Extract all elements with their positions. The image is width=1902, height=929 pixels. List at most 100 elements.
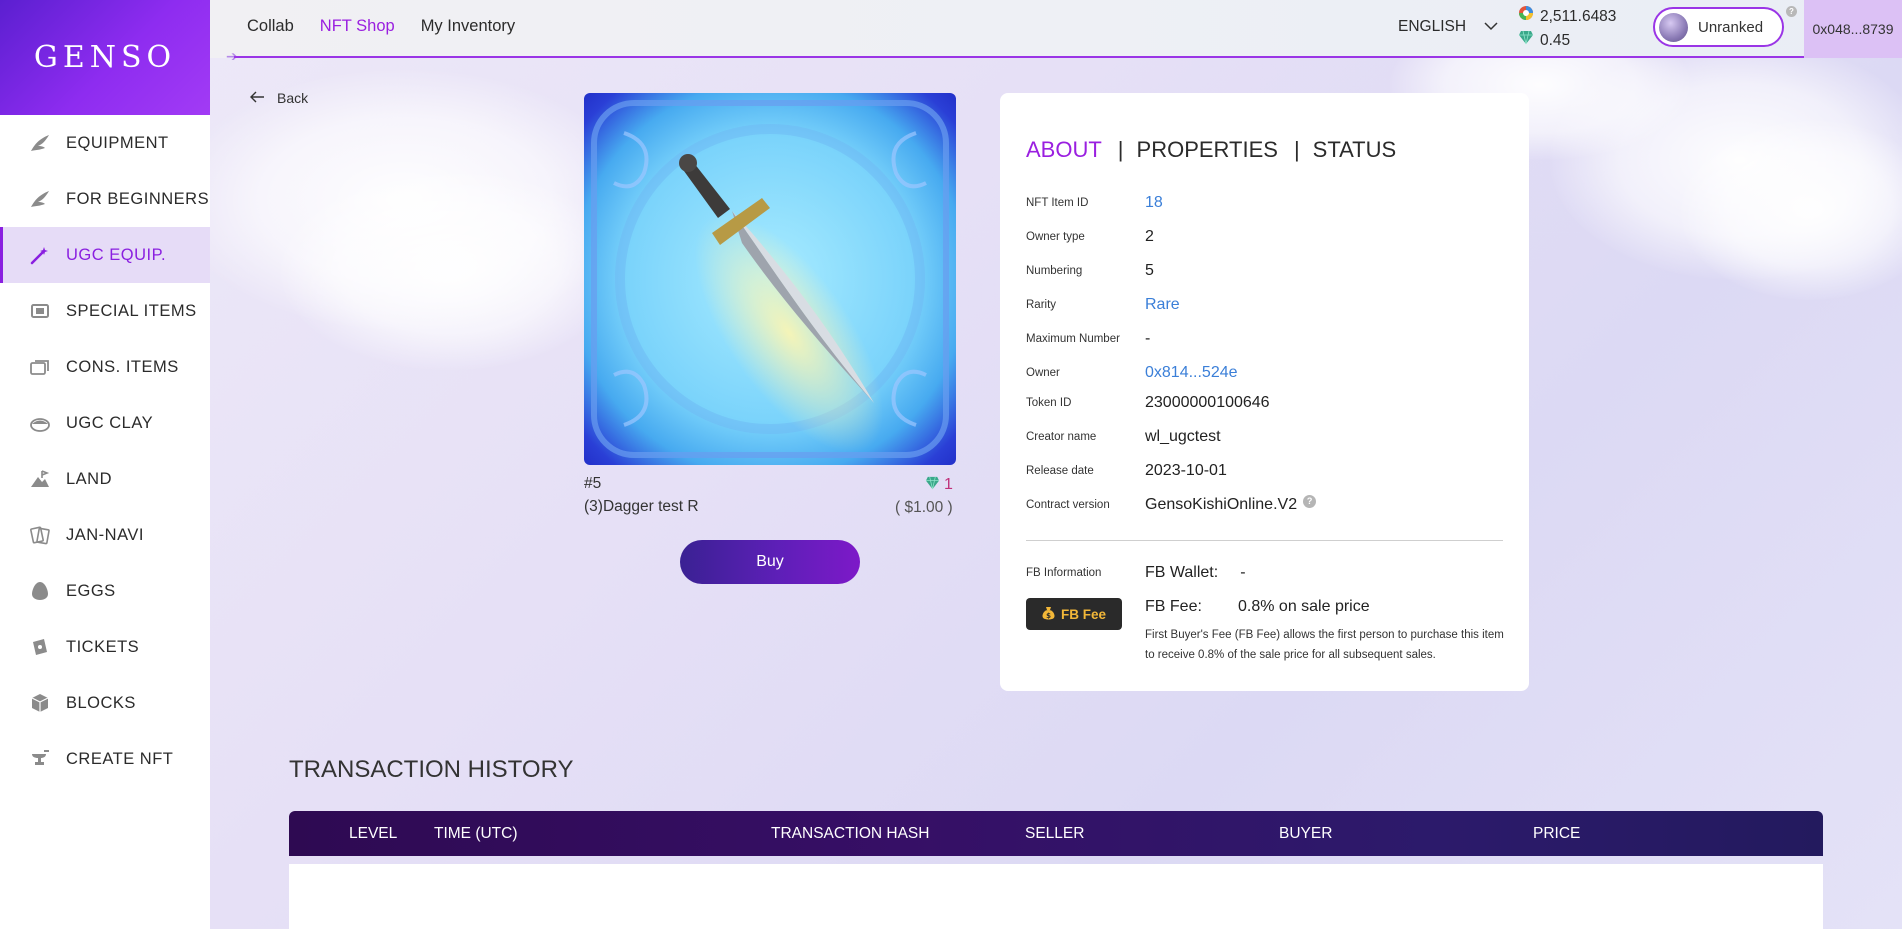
fb-fee-value: 0.8% on sale price — [1238, 598, 1370, 615]
sidebar-item-label: TICKETS — [66, 637, 140, 656]
jannavi-icon — [28, 523, 52, 547]
item-number: #5 — [584, 475, 602, 492]
sidebar-item-land[interactable]: LAND — [0, 451, 210, 507]
prop-label: Owner — [1026, 367, 1060, 379]
logo[interactable]: GENSO — [0, 0, 210, 115]
column-price[interactable]: PRICE — [1533, 825, 1580, 843]
wing-icon — [28, 131, 52, 155]
item-image — [584, 93, 956, 465]
sidebar-item-label: JAN-NAVI — [66, 525, 144, 544]
svg-text:$: $ — [1046, 612, 1051, 620]
sidebar-item-create-nft[interactable]: CREATE NFT — [0, 731, 210, 787]
sidebar-item-label: UGC CLAY — [66, 413, 154, 432]
fb-info-label: FB Information — [1026, 567, 1102, 579]
item-name: (3)Dagger test R — [584, 498, 699, 515]
wallet-button[interactable]: 0x048...8739 — [1804, 0, 1902, 58]
arrow-left-icon — [250, 90, 265, 106]
tab-separator: | — [1117, 137, 1124, 162]
buy-button[interactable]: Buy — [680, 540, 860, 584]
prop-row-maximum-number: Maximum Number - — [1026, 330, 1150, 348]
prop-row-owner-type: Owner type 2 — [1026, 228, 1154, 246]
chevron-down-icon — [1484, 18, 1498, 36]
sidebar-item-label: SPECIAL ITEMS — [66, 301, 197, 320]
prop-label: Numbering — [1026, 265, 1083, 277]
coin-icon — [1518, 5, 1534, 29]
prop-row-numbering: Numbering 5 — [1026, 262, 1154, 280]
fb-fee-button-label: FB Fee — [1060, 606, 1106, 622]
balance-gem: 0.45 — [1540, 32, 1571, 49]
prop-row-nft-item-id: NFT Item ID 18 — [1026, 194, 1163, 212]
column-time[interactable]: TIME (UTC) — [434, 825, 518, 843]
egg-icon — [28, 579, 52, 603]
sidebar-item-for-beginners[interactable]: FOR BEGINNERS — [0, 171, 210, 227]
top-bar: Collab NFT Shop My Inventory ➔ ENGLISH 2… — [210, 0, 1902, 64]
top-nav-collab[interactable]: Collab — [247, 17, 294, 36]
prop-value[interactable]: 18 — [1145, 194, 1163, 212]
prop-row-owner: Owner 0x814...524e — [1026, 364, 1238, 382]
avatar — [1659, 12, 1688, 42]
block-icon — [28, 691, 52, 715]
prop-row-release-date: Release date 2023-10-01 — [1026, 462, 1227, 480]
prop-label: Contract version — [1026, 499, 1110, 511]
sidebar-item-equipment[interactable]: EQUIPMENT — [0, 115, 210, 171]
prop-label: Owner type — [1026, 231, 1085, 243]
anvil-icon — [28, 747, 52, 771]
prop-label: Release date — [1026, 465, 1094, 477]
land-icon — [28, 467, 52, 491]
back-button[interactable]: Back — [250, 90, 308, 106]
prop-value[interactable]: 0x814...524e — [1145, 364, 1238, 382]
sidebar-item-ugc-equip[interactable]: UGC EQUIP. — [0, 227, 210, 283]
column-transaction-hash[interactable]: TRANSACTION HASH — [771, 825, 929, 843]
divider — [1026, 540, 1503, 541]
sidebar: GENSO EQUIPMENT FOR BEGINNERS UGC EQUIP.… — [0, 0, 210, 929]
top-divider — [234, 56, 1902, 58]
help-icon[interactable]: ? — [1786, 6, 1797, 17]
prop-value: GensoKishiOnline.V2 — [1145, 496, 1298, 513]
wing-icon — [28, 187, 52, 211]
sidebar-item-label: EQUIPMENT — [66, 133, 169, 152]
column-seller[interactable]: SELLER — [1025, 825, 1084, 843]
sidebar-item-label: LAND — [66, 469, 113, 488]
clay-icon — [28, 411, 52, 435]
column-buyer[interactable]: BUYER — [1279, 825, 1332, 843]
prop-value: - — [1145, 330, 1151, 347]
help-icon[interactable]: ? — [1303, 494, 1317, 508]
top-nav-nft-shop[interactable]: NFT Shop — [320, 17, 395, 36]
tab-separator: | — [1293, 137, 1300, 162]
item-price-usd: ( $1.00 ) — [895, 499, 953, 516]
prop-label: Maximum Number — [1026, 333, 1120, 345]
sidebar-item-tickets[interactable]: TICKETS — [0, 619, 210, 675]
language-selector[interactable]: ENGLISH — [1398, 18, 1498, 36]
fb-fee-label: FB Fee: — [1145, 598, 1202, 615]
language-label: ENGLISH — [1398, 18, 1467, 35]
fb-fee-button[interactable]: $ FB Fee — [1026, 598, 1122, 630]
sidebar-item-label: CONS. ITEMS — [66, 357, 179, 376]
sidebar-item-label: BLOCKS — [66, 693, 136, 712]
top-nav-my-inventory[interactable]: My Inventory — [421, 17, 515, 36]
ticket-icon — [28, 635, 52, 659]
gem-icon — [925, 475, 940, 495]
rank-label: Unranked — [1698, 18, 1764, 36]
sidebar-item-jan-navi[interactable]: JAN-NAVI — [0, 507, 210, 563]
column-level[interactable]: LEVEL — [349, 825, 397, 843]
item-price: 1 — [925, 475, 953, 495]
tab-about[interactable]: ABOUT — [1026, 137, 1102, 163]
tab-properties[interactable]: PROPERTIES — [1137, 137, 1278, 163]
sidebar-item-blocks[interactable]: BLOCKS — [0, 675, 210, 731]
prop-row-rarity: Rarity Rare — [1026, 296, 1180, 314]
sidebar-item-label: EGGS — [66, 581, 116, 600]
sidebar-item-cons-items[interactable]: CONS. ITEMS — [0, 339, 210, 395]
tab-status[interactable]: STATUS — [1313, 137, 1397, 163]
money-bag-icon: $ — [1042, 606, 1055, 623]
sidebar-item-ugc-clay[interactable]: UGC CLAY — [0, 395, 210, 451]
rank-button[interactable]: Unranked — [1653, 7, 1784, 47]
prop-label: Rarity — [1026, 299, 1057, 311]
balance-primary: 2,511.6483 — [1540, 8, 1617, 25]
prop-value: wl_ugctest — [1145, 428, 1221, 445]
cards-icon — [28, 355, 52, 379]
sidebar-nav: EQUIPMENT FOR BEGINNERS UGC EQUIP. SPECI… — [0, 115, 210, 787]
prop-value[interactable]: Rare — [1145, 296, 1180, 314]
transaction-table-header: LEVEL TIME (UTC) TRANSACTION HASH SELLER… — [289, 811, 1823, 856]
sidebar-item-special-items[interactable]: SPECIAL ITEMS — [0, 283, 210, 339]
sidebar-item-eggs[interactable]: EGGS — [0, 563, 210, 619]
